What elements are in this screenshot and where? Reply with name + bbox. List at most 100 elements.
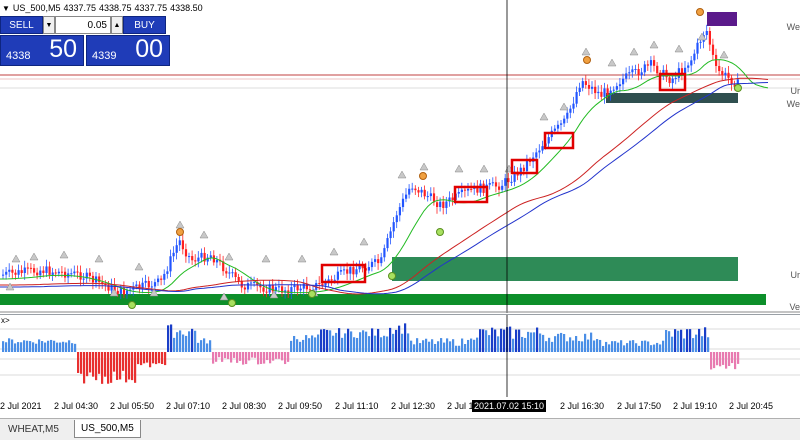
histogram-bar [320, 329, 323, 352]
candle-body [253, 281, 256, 283]
candle-body [423, 189, 426, 197]
histogram-bar [362, 330, 365, 352]
histogram-bar [398, 325, 401, 352]
candle-body [668, 77, 671, 84]
candle-body [45, 266, 48, 274]
histogram-bar [281, 352, 284, 361]
histogram-bar [419, 343, 422, 352]
sell-price-pips: 50 [49, 35, 77, 63]
histogram-bar [416, 338, 419, 352]
histogram-bar [650, 345, 653, 352]
signal-marker-icon [308, 290, 316, 298]
candle-body [11, 269, 14, 273]
candle-body [57, 271, 60, 274]
sell-price-box[interactable]: 4338 50 [0, 35, 84, 66]
histogram-bar [563, 333, 566, 352]
candle-body [240, 280, 243, 288]
candle-body [250, 282, 253, 284]
histogram-bar [653, 344, 656, 352]
histogram-bar [155, 352, 158, 365]
histogram-bar [668, 331, 671, 352]
candle-body [470, 188, 473, 190]
signal-marker-icon [128, 301, 136, 309]
histogram-bar [464, 344, 467, 352]
sell-button[interactable]: SELL [0, 16, 43, 34]
histogram-bar [482, 329, 485, 352]
histogram-bar [5, 342, 8, 352]
histogram-bar [74, 343, 77, 352]
histogram-bar [125, 352, 128, 383]
histogram-bar [227, 352, 230, 360]
candle-body [225, 271, 228, 274]
chart-collapse-icon[interactable]: ▼ [2, 4, 10, 13]
candle-body [2, 274, 5, 276]
histogram-bar [548, 337, 551, 352]
candle-body [553, 128, 556, 131]
histogram-bar [392, 333, 395, 352]
candle-body [541, 146, 544, 151]
fractal-arrow-icon [607, 58, 617, 67]
candle-body [603, 88, 606, 97]
candle-body [110, 284, 113, 291]
fractal-arrow-icon [359, 237, 369, 246]
histogram-bar [716, 352, 719, 366]
buy-price-box[interactable]: 4339 00 [86, 35, 170, 66]
candle-body [721, 71, 724, 76]
histogram-bar [233, 352, 236, 358]
candle-body [339, 270, 343, 272]
tab-wheat[interactable]: WHEAT,M5 [2, 420, 65, 438]
histogram-bar [191, 328, 194, 352]
histogram-bar [371, 328, 374, 352]
histogram-bar [149, 352, 152, 368]
candle-body [715, 54, 718, 66]
candle-body [98, 276, 101, 283]
lot-decrease-icon[interactable]: ▼ [43, 16, 55, 34]
histogram-bar [164, 352, 167, 366]
candle-body [237, 277, 240, 281]
histogram-bar [188, 331, 191, 352]
buy-price-prefix: 4339 [92, 50, 117, 62]
candle-body [246, 283, 250, 290]
candle-body [389, 231, 392, 239]
histogram-indicator-pane[interactable]: x> [0, 314, 800, 397]
histogram-bar [26, 340, 29, 352]
demand-zone [392, 257, 738, 281]
candle-body [637, 68, 640, 76]
lot-size-input[interactable] [55, 16, 111, 34]
histogram-bar [395, 329, 398, 352]
symbol-timeframe: US_500,M5 [12, 3, 61, 13]
candle-body [398, 207, 401, 216]
histogram-bar [341, 337, 344, 352]
histogram-bar [713, 352, 716, 369]
lot-increase-icon[interactable]: ▲ [111, 16, 123, 34]
histogram-bar [290, 340, 293, 352]
candle-body [262, 287, 265, 292]
price-chart[interactable]: ▼ US_500,M5 4337.75 4338.75 4337.75 4338… [0, 0, 800, 313]
histogram-bar [407, 333, 410, 352]
histogram-bar [38, 339, 41, 352]
histogram-canvas[interactable] [0, 315, 800, 397]
candle-body [5, 271, 8, 275]
histogram-bar [380, 337, 383, 352]
candle-body [299, 288, 302, 291]
histogram-bar [89, 352, 92, 373]
histogram-bar [2, 341, 5, 352]
histogram-bar [425, 338, 428, 352]
candle-body [606, 88, 609, 95]
histogram-bar [203, 338, 206, 352]
histogram-bar [710, 352, 713, 370]
histogram-bar [614, 341, 617, 352]
histogram-bar [311, 335, 314, 352]
candle-body [705, 30, 708, 36]
histogram-bar [536, 327, 539, 352]
fractal-arrow-icon [134, 262, 144, 271]
buy-button[interactable]: BUY [123, 16, 166, 34]
histogram-bar [557, 333, 560, 352]
candle-body [349, 267, 352, 274]
histogram-bar [374, 335, 377, 352]
histogram-bar [140, 352, 143, 366]
tab-us500[interactable]: US_500,M5 [74, 420, 141, 438]
histogram-bar [467, 339, 470, 352]
candle-body [587, 84, 591, 89]
candle-body [612, 89, 615, 91]
